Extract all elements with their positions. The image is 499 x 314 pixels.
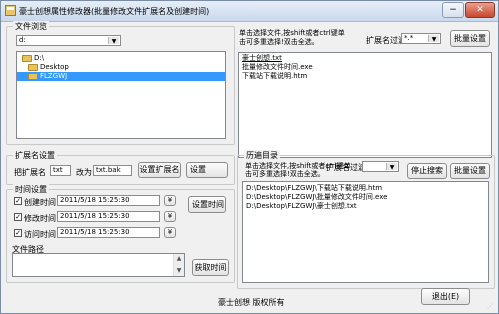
history-list-item[interactable]: D:\Desktop\FLZGWJ\豪士创想.txt	[243, 202, 488, 211]
drive-select[interactable]: d: ▼	[16, 35, 121, 46]
ext-from-label: 把扩展名	[14, 168, 46, 177]
ext-from-input[interactable]: txt	[50, 165, 71, 176]
history-ext-filter-label: 扩展名过滤	[326, 163, 366, 172]
file-browser-title: 文件浏览	[13, 21, 49, 32]
set-extension-button[interactable]: 设置扩展名	[138, 162, 181, 178]
history-batch-settings-button[interactable]: 批量设置	[450, 163, 490, 179]
file-list-item[interactable]: 下载站下载说明.htm	[239, 72, 491, 81]
ext-filter-value: *.*	[404, 34, 414, 42]
ext-to-input[interactable]: txt.bak	[93, 165, 132, 176]
close-button[interactable]: ✕	[465, 2, 495, 18]
ext-filter-label: 扩展名过滤	[366, 36, 406, 45]
history-list[interactable]: D:\Desktop\FLZGWJ\下载站下载说明.htm D:\Desktop…	[242, 181, 489, 283]
folder-open-icon	[28, 63, 38, 71]
stop-search-button[interactable]: 停止搜索	[407, 163, 447, 179]
history-title: 历遍目录	[244, 150, 280, 161]
set-button[interactable]: 设置	[186, 162, 228, 178]
history-list-item[interactable]: D:\Desktop\FLZGWJ\批量修改文件时间.exe	[243, 193, 488, 202]
creation-time-label: 创建时间	[24, 198, 56, 207]
ext-filter-select[interactable]: *.* ▼	[401, 33, 441, 44]
time-settings-title: 时间设置	[13, 184, 49, 195]
set-time-button[interactable]: 设置时间	[188, 196, 226, 213]
close-icon: ✕	[476, 5, 484, 15]
history-ext-filter-select[interactable]: ▼	[362, 161, 399, 172]
get-time-button[interactable]: 获取时间	[192, 259, 229, 276]
chevron-down-icon: ▼	[428, 35, 439, 43]
copyright-text: 豪士创想 版权所有	[218, 298, 285, 307]
drive-value: d:	[19, 36, 26, 44]
history-instruction-2: 击可多重选择!双击全选。	[245, 170, 325, 178]
dir-item-desktop[interactable]: Desktop	[17, 63, 225, 72]
folder-open-icon	[22, 54, 32, 62]
modified-time-label: 修改时间	[24, 214, 56, 223]
dir-item-root[interactable]: D:\	[17, 54, 225, 63]
file-list-item[interactable]: 批量修改文件时间.exe	[239, 63, 491, 72]
chevron-down-icon: ▼	[386, 163, 397, 171]
exit-button[interactable]: 退出(E)	[421, 288, 470, 305]
main-window: 豪士创想属性修改器(批量修改文件扩展名及创建时间) − ✕ 文件浏览 d: ▼ …	[0, 0, 499, 314]
creation-time-checkbox[interactable]: ✓	[14, 197, 22, 205]
title-bar[interactable]: 豪士创想属性修改器(批量修改文件扩展名及创建时间) − ✕	[1, 1, 498, 22]
resize-grip-icon[interactable]: ⋰	[487, 303, 495, 311]
instruction-line-2: 击可多重选择!双击全选。	[239, 38, 319, 46]
window-title: 豪士创想属性修改器(批量修改文件扩展名及创建时间)	[19, 7, 210, 16]
modified-time-picker-button[interactable]: ¥	[164, 211, 176, 222]
folder-icon	[28, 72, 38, 80]
file-list-item[interactable]: 豪士创想.txt	[239, 54, 491, 63]
file-list[interactable]: 豪士创想.txt 批量修改文件时间.exe 下载站下载说明.htm	[238, 52, 492, 158]
check-icon: ✓	[15, 197, 21, 205]
check-icon: ✓	[15, 229, 21, 237]
dir-item-flzgwj[interactable]: FLZGWJ	[17, 72, 225, 81]
scrollbar[interactable]: ▲ ▼	[173, 254, 184, 276]
access-time-picker-button[interactable]: ¥	[164, 227, 176, 238]
access-time-label: 访问时间	[24, 230, 56, 239]
minimize-button[interactable]: −	[442, 2, 464, 18]
file-path-textarea[interactable]: ▲ ▼	[12, 253, 185, 277]
chevron-down-icon: ▼	[108, 37, 119, 45]
directory-list[interactable]: D:\ Desktop FLZGWJ	[16, 51, 226, 139]
access-time-input[interactable]: 2011/5/18 15:25:30	[57, 227, 160, 238]
batch-settings-button[interactable]: 批量设置	[450, 30, 490, 47]
minimize-icon: −	[449, 5, 457, 15]
modified-time-input[interactable]: 2011/5/18 15:25:30	[57, 211, 160, 222]
ext-to-label: 改为	[76, 168, 92, 177]
scroll-down-icon[interactable]: ▼	[174, 266, 184, 276]
modified-time-checkbox[interactable]: ✓	[14, 213, 22, 221]
creation-time-picker-button[interactable]: ¥	[164, 195, 176, 206]
app-icon	[5, 5, 16, 16]
scroll-up-icon[interactable]: ▲	[174, 254, 184, 264]
history-list-item[interactable]: D:\Desktop\FLZGWJ\下载站下载说明.htm	[243, 184, 488, 193]
access-time-checkbox[interactable]: ✓	[14, 229, 22, 237]
creation-time-input[interactable]: 2011/5/18 15:25:30	[57, 195, 160, 206]
check-icon: ✓	[15, 213, 21, 221]
ext-settings-title: 扩展名设置	[13, 150, 57, 161]
